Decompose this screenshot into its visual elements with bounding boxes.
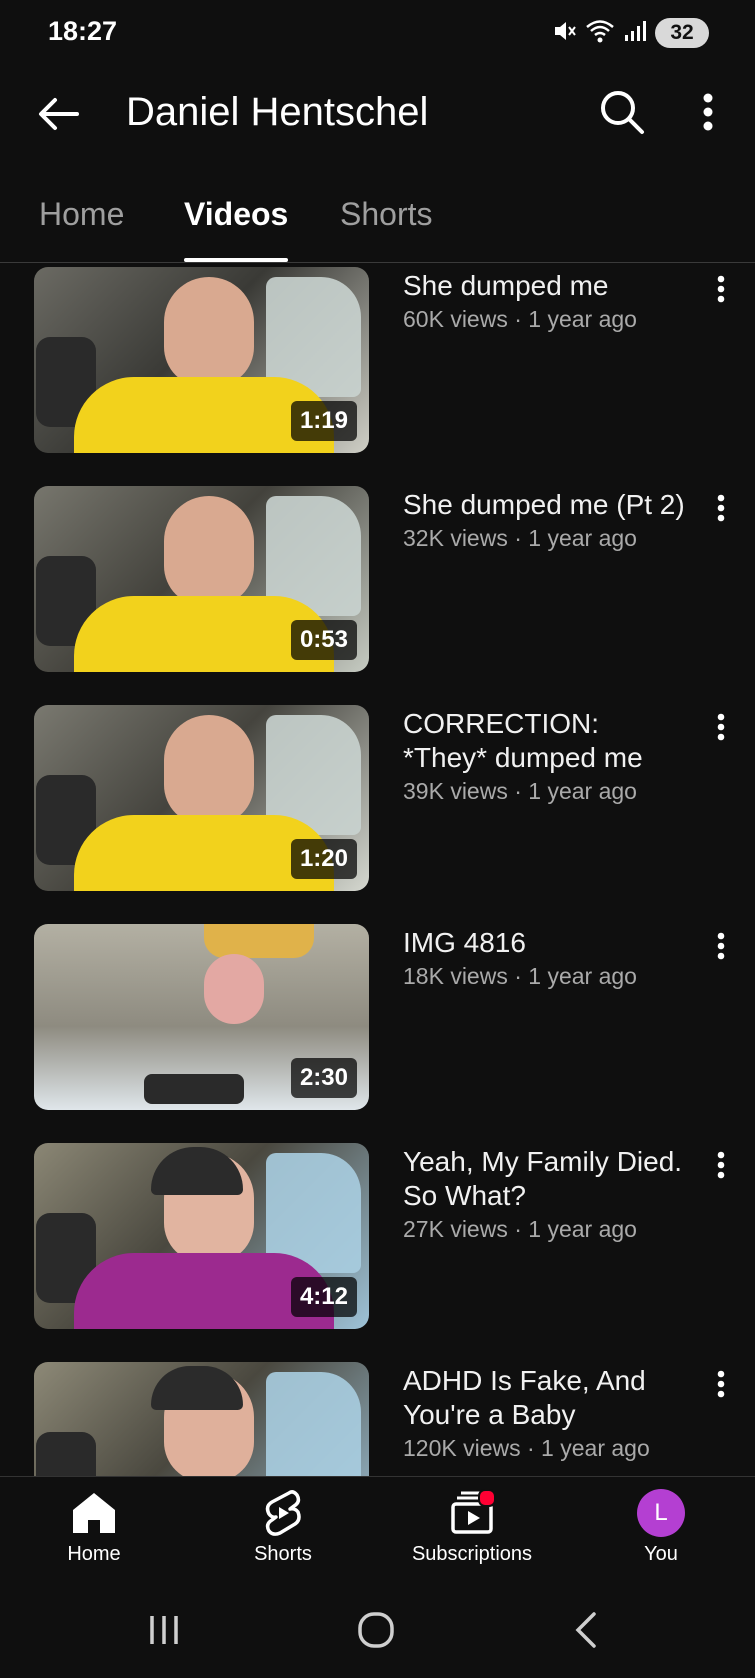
video-meta: 32K views · 1 year ago: [403, 525, 637, 551]
video-more-button[interactable]: [706, 1366, 736, 1406]
status-time: 18:27: [48, 16, 118, 46]
video-meta: 60K views · 1 year ago: [403, 306, 637, 332]
nav-label: Shorts: [254, 1543, 312, 1565]
video-item[interactable]: 1:20 CORRECTION: *They* dumped me 39K vi…: [0, 705, 755, 891]
back-chevron-icon: [572, 1611, 600, 1654]
video-more-button[interactable]: [706, 490, 736, 530]
search-icon: [599, 89, 645, 140]
video-title: Yeah, My Family Died. So What?: [403, 1146, 683, 1211]
video-duration: 0:53: [290, 620, 357, 660]
nav-label: You: [644, 1543, 678, 1565]
tab-videos[interactable]: Videos: [184, 196, 289, 262]
wifi-icon: [585, 18, 615, 49]
active-tab-indicator: [184, 258, 289, 262]
video-info[interactable]: CORRECTION: *They* dumped me 39K views ·…: [403, 707, 688, 806]
mute-icon: [551, 18, 577, 49]
video-item[interactable]: 2:30 IMG 4816 18K views · 1 year ago: [0, 924, 755, 1110]
back-button[interactable]: [30, 88, 86, 144]
back-system-button[interactable]: [556, 1610, 616, 1654]
video-title: She dumped me (Pt 2): [403, 489, 685, 520]
video-item[interactable]: 4:12 Yeah, My Family Died. So What? 27K …: [0, 1143, 755, 1329]
nav-home[interactable]: Home: [19, 1489, 169, 1575]
video-thumbnail[interactable]: 1:20: [34, 705, 369, 891]
more-vert-icon: [717, 494, 725, 527]
home-icon: [69, 1489, 119, 1537]
video-thumbnail[interactable]: [34, 1362, 369, 1476]
nav-label: Subscriptions: [411, 1543, 533, 1565]
video-more-button[interactable]: [706, 709, 736, 749]
video-item[interactable]: ADHD Is Fake, And You're a Baby 120K vie…: [0, 1362, 755, 1476]
video-item[interactable]: 1:19 She dumped me 60K views · 1 year ag…: [0, 267, 755, 453]
video-info[interactable]: She dumped me 60K views · 1 year ago: [403, 269, 688, 334]
video-duration: 1:20: [290, 839, 357, 879]
battery-indicator: 32: [655, 18, 709, 48]
more-vert-icon: [717, 713, 725, 746]
channel-title: Daniel Hentschel: [126, 90, 429, 134]
more-vert-icon: [717, 1151, 725, 1184]
video-duration: 4:12: [290, 1277, 357, 1317]
subscriptions-icon: [447, 1489, 497, 1537]
nav-shorts[interactable]: Shorts: [208, 1489, 358, 1575]
header-more-button[interactable]: [686, 86, 730, 142]
home-circle-icon: [357, 1611, 395, 1654]
nav-avatar-wrap: L: [636, 1489, 686, 1537]
recent-apps-icon: [146, 1614, 182, 1651]
channel-tabs: Home Videos Shorts: [0, 182, 755, 263]
video-item[interactable]: 0:53 She dumped me (Pt 2) 32K views · 1 …: [0, 486, 755, 672]
video-title: IMG 4816: [403, 927, 526, 958]
tab-shorts[interactable]: Shorts: [340, 196, 432, 260]
nav-subscriptions[interactable]: Subscriptions: [397, 1489, 547, 1575]
home-system-button[interactable]: [346, 1610, 406, 1654]
more-vert-icon: [717, 932, 725, 965]
video-info[interactable]: She dumped me (Pt 2) 32K views · 1 year …: [403, 488, 688, 553]
shorts-icon: [258, 1489, 308, 1537]
nav-you[interactable]: L You: [586, 1489, 736, 1575]
video-list[interactable]: 1:19 She dumped me 60K views · 1 year ag…: [0, 263, 755, 1476]
more-vert-icon: [717, 1370, 725, 1403]
avatar: L: [637, 1489, 685, 1537]
video-meta: 27K views · 1 year ago: [403, 1216, 637, 1242]
video-meta: 39K views · 1 year ago: [403, 778, 637, 804]
nav-label: Home: [67, 1543, 121, 1565]
video-more-button[interactable]: [706, 271, 736, 311]
video-info[interactable]: Yeah, My Family Died. So What? 27K views…: [403, 1145, 688, 1244]
video-thumbnail[interactable]: 1:19: [34, 267, 369, 453]
tab-label: Home: [39, 196, 125, 232]
more-vert-icon: [717, 275, 725, 308]
system-navigation-bar: [0, 1586, 755, 1678]
notification-dot: [478, 1489, 496, 1507]
video-duration: 1:19: [290, 401, 357, 441]
video-title: She dumped me: [403, 270, 609, 301]
tab-label: Videos: [184, 196, 289, 232]
video-meta: 120K views · 1 year ago: [403, 1435, 650, 1461]
video-meta: 18K views · 1 year ago: [403, 963, 637, 989]
video-thumbnail[interactable]: 4:12: [34, 1143, 369, 1329]
recent-apps-button[interactable]: [134, 1610, 194, 1654]
video-info[interactable]: ADHD Is Fake, And You're a Baby 120K vie…: [403, 1364, 688, 1463]
video-thumbnail[interactable]: 2:30: [34, 924, 369, 1110]
video-more-button[interactable]: [706, 1147, 736, 1187]
more-vert-icon: [702, 93, 714, 136]
back-arrow-icon: [37, 97, 79, 136]
search-button[interactable]: [594, 86, 650, 142]
video-duration: 2:30: [290, 1058, 357, 1098]
video-title: ADHD Is Fake, And You're a Baby: [403, 1365, 646, 1430]
tab-label: Shorts: [340, 196, 433, 232]
video-more-button[interactable]: [706, 928, 736, 968]
status-bar: 18:27 32: [0, 0, 755, 66]
video-title: CORRECTION: *They* dumped me: [403, 708, 643, 773]
video-info[interactable]: IMG 4816 18K views · 1 year ago: [403, 926, 688, 991]
video-thumbnail[interactable]: 0:53: [34, 486, 369, 672]
tab-home[interactable]: Home: [39, 196, 124, 260]
status-icons: 32: [551, 16, 709, 50]
channel-header: Daniel Hentschel: [0, 66, 755, 166]
bottom-navigation: Home Shorts Subscriptions L You: [0, 1476, 755, 1587]
signal-icon: [623, 19, 647, 48]
